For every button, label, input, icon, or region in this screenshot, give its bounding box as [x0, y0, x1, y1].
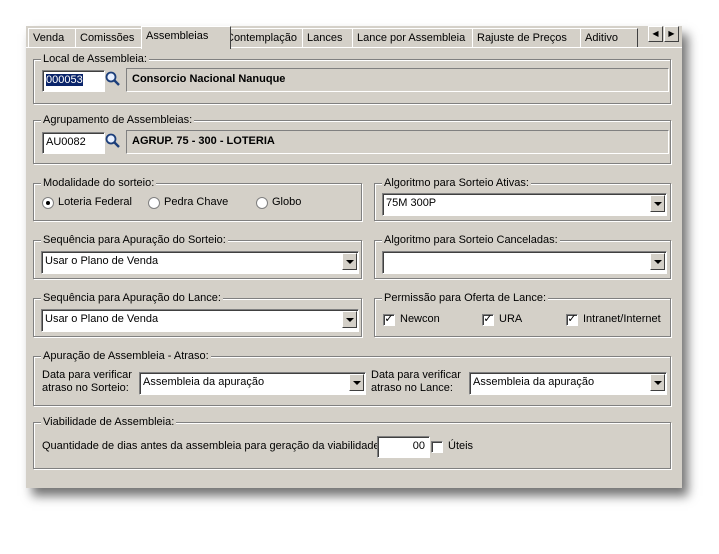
local-name-display: Consorcio Nacional Nanuque	[126, 68, 669, 92]
atraso-sorteio-label-2: atraso no Sorteio:	[42, 382, 129, 394]
atraso-sorteio-select[interactable]: Assembleia da apuração	[139, 372, 366, 395]
local-assembleia-group: Local de Assembleia: 000053 Consorcio Na…	[33, 53, 671, 104]
atraso-lance-label-2: atraso no Lance:	[371, 382, 453, 394]
chevron-down-icon[interactable]	[650, 374, 665, 391]
agrupamento-legend: Agrupamento de Assembleias:	[41, 114, 195, 126]
atraso-legend: Apuração de Assembleia - Atraso:	[41, 350, 211, 362]
algoritmo-canceladas-select[interactable]	[382, 251, 667, 274]
tab-assembleias[interactable]: Assembleias	[141, 26, 231, 49]
seq-lance-group: Sequência para Apuração do Lance: Usar o…	[33, 292, 362, 337]
tab-aditivo[interactable]: Aditivo	[580, 28, 638, 48]
algoritmo-ativas-select[interactable]: 75M 300P	[382, 193, 667, 216]
search-icon[interactable]	[104, 70, 122, 88]
tab-scroll-right-button[interactable]: ▶	[664, 26, 679, 42]
agrupamento-code-input[interactable]: AU0082	[42, 132, 105, 154]
tab-comissoes[interactable]: Comissões	[75, 28, 151, 48]
tab-lance-por-assembleia[interactable]: Lance por Assembleia	[352, 28, 482, 48]
modalidade-legend: Modalidade do sorteio:	[41, 177, 157, 189]
tab-strip: Venda Comissões Assembleias Contemplação…	[28, 26, 638, 49]
viabilidade-legend: Viabilidade de Assembleia:	[41, 416, 177, 428]
checkbox-intranet-internet[interactable]: ✓	[566, 314, 578, 326]
tab-scroll-left-button[interactable]: ◀	[648, 26, 663, 42]
agrupamento-group: Agrupamento de Assembleias: AU0082 AGRUP…	[33, 114, 671, 164]
radio-globo-label: Globo	[272, 196, 302, 208]
checkbox-ura[interactable]: ✓	[482, 314, 494, 326]
assembleias-panel: Local de Assembleia: 000053 Consorcio Na…	[28, 48, 680, 486]
seq-sorteio-legend: Sequência para Apuração do Sorteio:	[41, 234, 228, 246]
seq-lance-select[interactable]: Usar o Plano de Venda	[41, 309, 359, 332]
local-assembleia-legend: Local de Assembleia:	[41, 53, 149, 65]
chevron-down-icon[interactable]	[349, 374, 364, 391]
radio-pedra-chave[interactable]	[148, 197, 160, 209]
chevron-down-icon[interactable]	[342, 253, 357, 270]
atraso-lance-label-1: Data para verificar	[371, 369, 461, 381]
checkbox-ura-label: URA	[499, 313, 523, 325]
checkbox-intranet-internet-label: Intranet/Internet	[583, 313, 661, 325]
chevron-down-icon[interactable]	[650, 253, 665, 270]
seq-sorteio-group: Sequência para Apuração do Sorteio: Usar…	[33, 234, 362, 279]
local-code-input[interactable]: 000053	[42, 70, 105, 92]
seq-lance-legend: Sequência para Apuração do Lance:	[41, 292, 223, 304]
chevron-down-icon[interactable]	[650, 195, 665, 212]
radio-loteria-federal[interactable]	[42, 197, 54, 209]
tab-contemplacao[interactable]: Contemplação	[221, 28, 312, 48]
permissao-group: Permissão para Oferta de Lance: ✓ Newcon…	[374, 292, 671, 337]
algoritmo-canceladas-group: Algoritmo para Sorteio Canceladas:	[374, 234, 671, 279]
permissao-legend: Permissão para Oferta de Lance:	[382, 292, 549, 304]
atraso-group: Apuração de Assembleia - Atraso: Data pa…	[33, 350, 671, 406]
tab-reajuste-de-precos[interactable]: Rajuste de Preços	[472, 28, 590, 48]
radio-pedra-chave-label: Pedra Chave	[164, 196, 229, 208]
checkbox-uteis[interactable]	[431, 441, 443, 453]
search-icon[interactable]	[104, 132, 122, 150]
viabilidade-group: Viabilidade de Assembleia: Quantidade de…	[33, 416, 671, 469]
checkbox-uteis-label: Úteis	[448, 440, 474, 452]
viabilidade-days-input[interactable]: 00	[377, 436, 430, 458]
algoritmo-canceladas-legend: Algoritmo para Sorteio Canceladas:	[382, 234, 560, 246]
algoritmo-ativas-group: Algoritmo para Sorteio Ativas: 75M 300P	[374, 177, 671, 221]
atraso-lance-select[interactable]: Assembleia da apuração	[469, 372, 667, 395]
modalidade-group: Modalidade do sorteio: Loteria Federal P…	[33, 177, 362, 221]
viabilidade-label: Quantidade de dias antes da assembleia p…	[42, 440, 383, 452]
atraso-sorteio-label-1: Data para verificar	[42, 369, 132, 381]
radio-globo[interactable]	[256, 197, 268, 209]
seq-sorteio-select[interactable]: Usar o Plano de Venda	[41, 251, 359, 274]
agrupamento-name-display: AGRUP. 75 - 300 - LOTERIA	[126, 130, 669, 154]
chevron-down-icon[interactable]	[342, 311, 357, 328]
checkbox-newcon[interactable]: ✓	[383, 314, 395, 326]
algoritmo-ativas-legend: Algoritmo para Sorteio Ativas:	[382, 177, 531, 189]
checkbox-newcon-label: Newcon	[400, 313, 440, 325]
radio-loteria-federal-label: Loteria Federal	[58, 196, 132, 208]
